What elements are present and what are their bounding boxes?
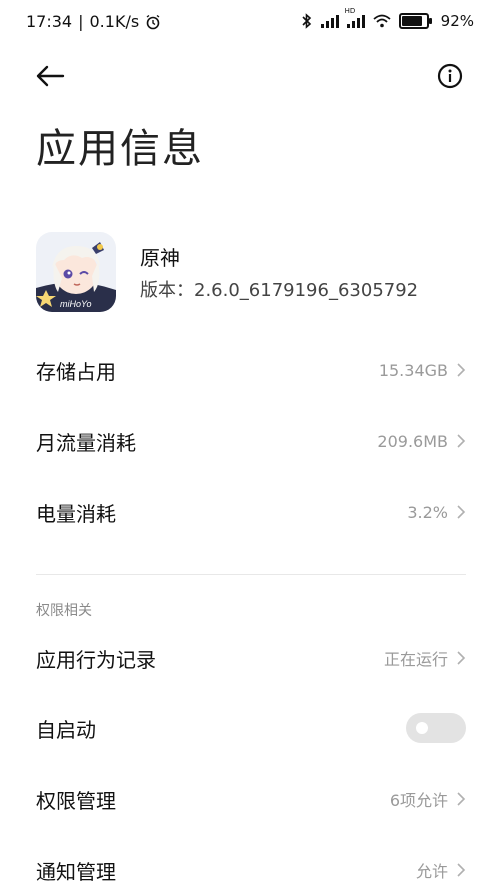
battery-icon bbox=[398, 13, 432, 29]
row-app-behavior-value: 正在运行 bbox=[383, 650, 448, 669]
chevron-right-icon bbox=[457, 792, 466, 806]
chevron-right-icon bbox=[457, 434, 466, 448]
app-name: 原神 bbox=[140, 246, 180, 270]
signal-hd-label: HD bbox=[344, 7, 356, 15]
app-header: miHoYo 原神 版本：2.6.0_6179196_6305792 bbox=[36, 232, 466, 312]
status-right: HD 92% bbox=[301, 7, 474, 30]
info-icon bbox=[437, 63, 463, 89]
row-battery-usage-label: 电量消耗 bbox=[36, 501, 116, 526]
row-storage-label: 存储占用 bbox=[36, 359, 116, 384]
row-storage-value: 15.34GB bbox=[378, 360, 448, 380]
row-data-usage-value: 209.6MB bbox=[377, 431, 448, 451]
wifi-icon bbox=[373, 14, 391, 28]
status-bar: 17:34 | 0.1K/s HD 92% bbox=[0, 0, 500, 46]
chevron-right-icon bbox=[457, 363, 466, 377]
row-permission-manage-label: 权限管理 bbox=[36, 788, 116, 813]
status-time: 17:34 bbox=[26, 12, 73, 31]
row-app-behavior[interactable]: 应用行为记录 正在运行 bbox=[36, 634, 466, 682]
row-permission-manage-value: 6项允许 bbox=[389, 791, 448, 810]
row-autostart: 自启动 bbox=[36, 704, 466, 752]
status-left: 17:34 | 0.1K/s bbox=[26, 12, 161, 31]
chevron-right-icon bbox=[457, 863, 466, 877]
row-data-usage[interactable]: 月流量消耗 209.6MB bbox=[36, 417, 466, 465]
bluetooth-icon bbox=[302, 13, 311, 29]
app-version: 版本：2.6.0_6179196_6305792 bbox=[140, 280, 419, 301]
autostart-toggle[interactable] bbox=[406, 713, 466, 743]
row-autostart-label: 自启动 bbox=[36, 717, 96, 742]
row-permission-manage[interactable]: 权限管理 6项允许 bbox=[36, 775, 466, 823]
row-notification-manage-label: 通知管理 bbox=[36, 859, 116, 884]
chevron-right-icon bbox=[457, 505, 466, 519]
row-battery-usage-value: 3.2% bbox=[407, 502, 448, 522]
row-battery-usage[interactable]: 电量消耗 3.2% bbox=[36, 488, 466, 536]
section-divider bbox=[36, 574, 466, 575]
row-notification-manage-value: 允许 bbox=[415, 862, 448, 881]
info-button[interactable] bbox=[430, 56, 470, 96]
row-storage[interactable]: 存储占用 15.34GB bbox=[36, 346, 466, 394]
toggle-knob bbox=[416, 722, 428, 734]
genshin-app-icon: miHoYo bbox=[36, 232, 116, 312]
permissions-section-label: 权限相关 bbox=[36, 603, 92, 619]
cell-signal-hd-icon: HD bbox=[345, 7, 365, 28]
battery-level: 92% bbox=[440, 12, 474, 30]
app-icon: miHoYo bbox=[36, 232, 116, 312]
back-arrow-icon bbox=[36, 65, 65, 87]
back-button[interactable] bbox=[30, 56, 70, 96]
icon-brand-text: miHoYo bbox=[60, 299, 92, 309]
cell-signal-icon bbox=[320, 14, 339, 28]
status-net-speed: 0.1K/s bbox=[89, 12, 140, 31]
page-title: 应用信息 bbox=[36, 126, 204, 172]
chevron-right-icon bbox=[457, 651, 466, 665]
status-separator: | bbox=[78, 12, 84, 31]
row-app-behavior-label: 应用行为记录 bbox=[36, 647, 156, 672]
alarm-icon bbox=[146, 14, 160, 29]
row-notification-manage[interactable]: 通知管理 允许 bbox=[36, 846, 466, 894]
row-data-usage-label: 月流量消耗 bbox=[36, 430, 136, 455]
